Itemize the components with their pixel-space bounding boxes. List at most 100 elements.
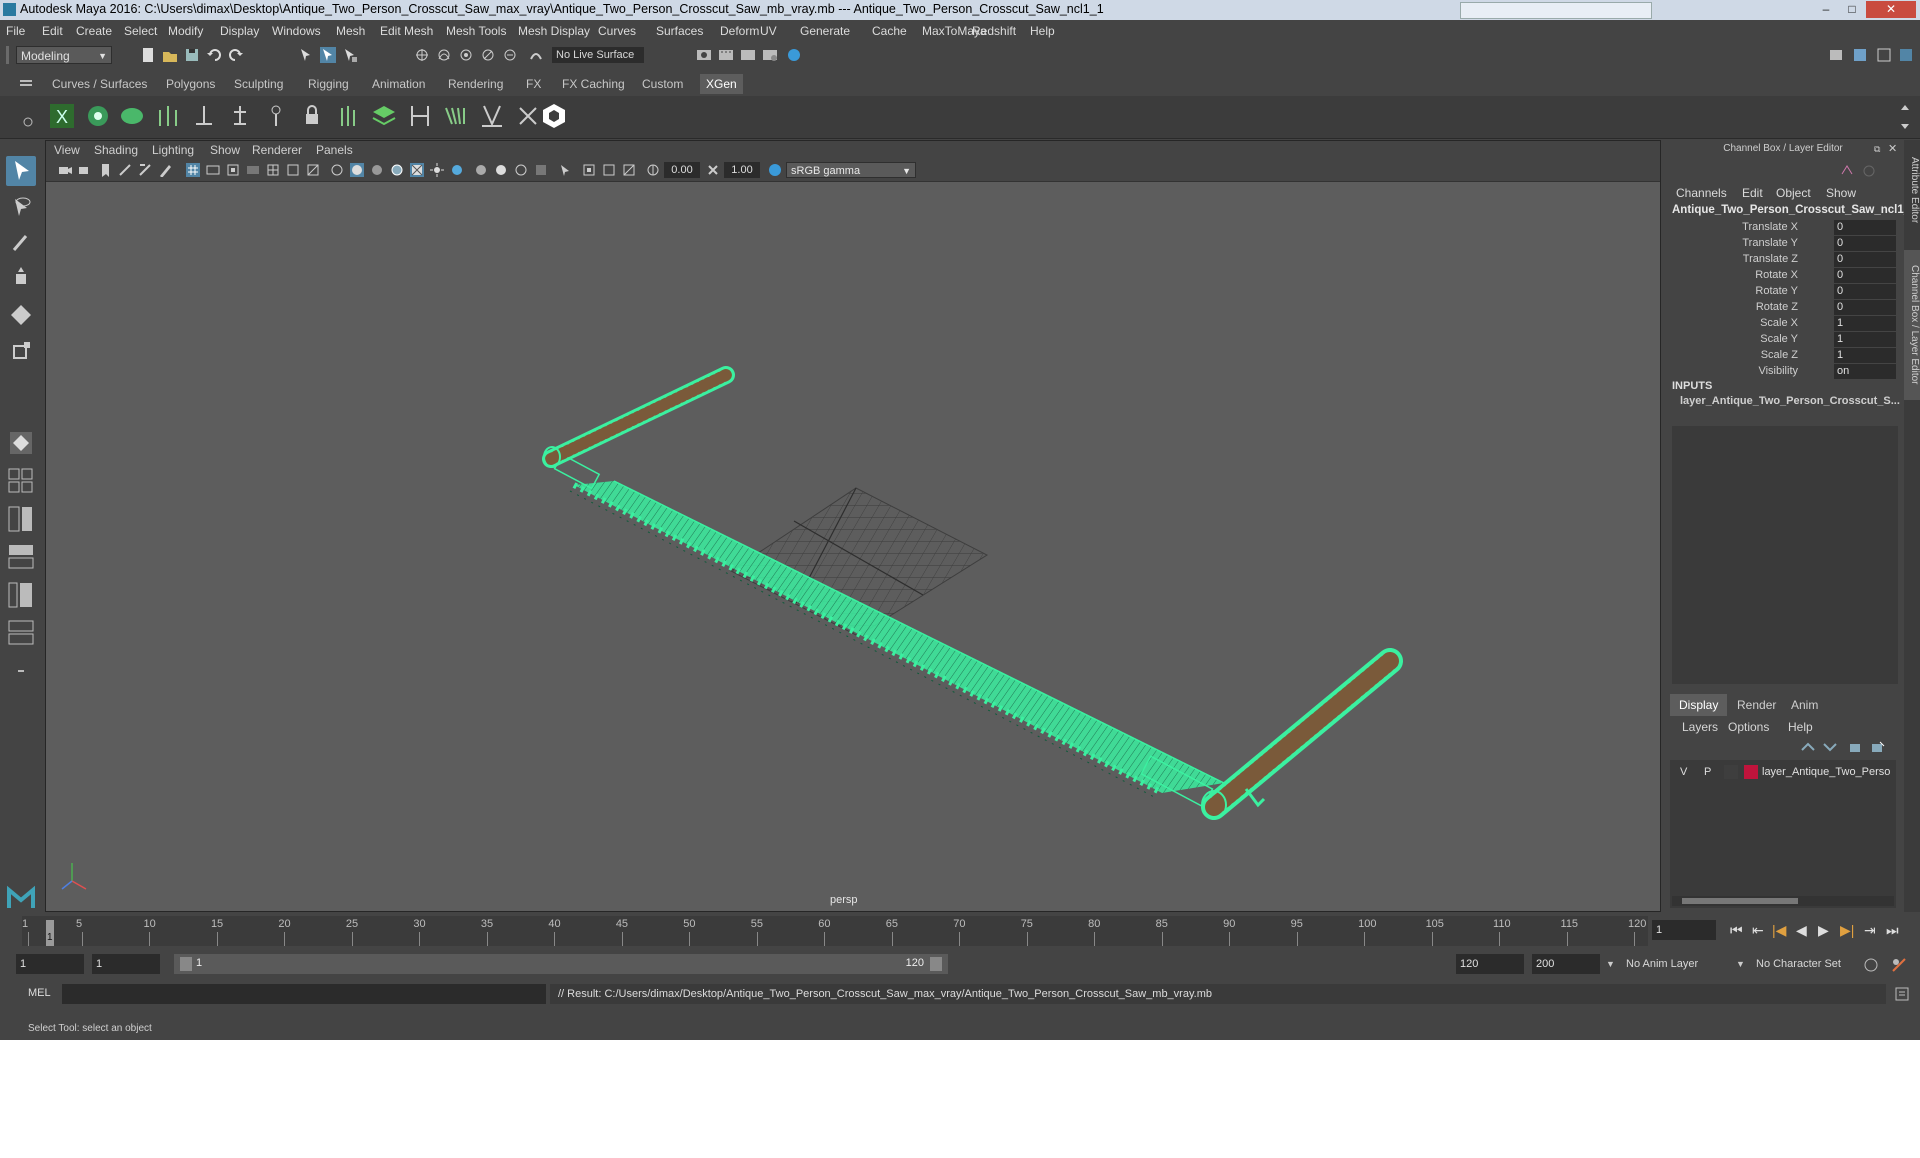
select-hierarchy-icon[interactable] — [298, 47, 314, 63]
attribute-row[interactable]: Scale Y 1 — [1664, 332, 1902, 348]
layer-menu-help[interactable]: Help — [1788, 720, 1813, 734]
panel-close-icon[interactable]: ✕ — [1888, 142, 1897, 155]
shelf-tab-animation[interactable]: Animation — [366, 74, 431, 94]
hypershade-icon[interactable] — [786, 47, 802, 63]
tab-channel-box-layer-editor[interactable]: Channel Box / Layer Editor — [1904, 250, 1920, 400]
attribute-name[interactable]: Scale Y — [1760, 333, 1798, 345]
shadows-icon[interactable] — [450, 163, 464, 177]
attribute-name[interactable]: Rotate Z — [1756, 301, 1798, 313]
menu-set-selector[interactable]: Modeling ▼ — [16, 46, 112, 64]
depth-of-field-icon[interactable] — [534, 163, 548, 177]
attribute-value[interactable]: 1 — [1834, 348, 1896, 363]
lights-icon[interactable] — [430, 163, 444, 177]
gate-mask-icon[interactable] — [246, 163, 260, 177]
layout-outliner-pane[interactable] — [6, 580, 36, 610]
layout-single-pane[interactable] — [6, 466, 36, 496]
layer-visibility-toggle[interactable]: V — [1680, 766, 1687, 778]
wireframe-icon[interactable] — [330, 163, 344, 177]
attribute-editor-toggle-icon[interactable] — [1852, 47, 1868, 63]
range-end-handle[interactable] — [930, 957, 942, 971]
command-input[interactable] — [62, 984, 546, 1004]
shelf-tab-xgen[interactable]: XGen — [700, 74, 743, 94]
playback-start-field[interactable]: 1 — [92, 954, 160, 974]
color-management-icon[interactable] — [768, 163, 782, 177]
panel-menu-show[interactable]: Show — [210, 143, 240, 157]
script-editor-icon[interactable] — [1894, 986, 1910, 1002]
menu-cache[interactable]: Cache — [872, 24, 907, 38]
menu-mesh-tools[interactable]: Mesh Tools — [446, 24, 506, 38]
current-frame-field[interactable]: 1 — [1652, 920, 1716, 940]
shelf-settings-icon[interactable] — [22, 116, 34, 128]
xgen-clump-icon[interactable] — [478, 102, 506, 130]
select-object-icon[interactable] — [320, 47, 336, 63]
paint-select-tool[interactable] — [6, 228, 36, 258]
xray-icon[interactable] — [582, 163, 596, 177]
camera-attributes-icon[interactable] — [78, 163, 92, 177]
step-forward-key-button[interactable]: ⇥ — [1864, 922, 1876, 939]
attribute-row[interactable]: Scale Z 1 — [1664, 348, 1902, 364]
shelf-tab-rendering[interactable]: Rendering — [442, 74, 509, 94]
screen-space-ao-icon[interactable] — [474, 163, 488, 177]
make-live-icon[interactable] — [528, 47, 544, 63]
xgen-editor-icon[interactable]: X — [48, 102, 76, 130]
layout-graph-pane[interactable] — [6, 618, 36, 648]
grease-pencil-icon[interactable] — [158, 163, 172, 177]
gamma-field[interactable]: 1.00 — [724, 162, 760, 178]
channel-menu-channels[interactable]: Channels — [1676, 186, 1727, 200]
isolate-select-icon[interactable] — [558, 163, 572, 177]
xgen-lock-guide-icon[interactable] — [298, 102, 326, 130]
xgen-delete-guide-icon[interactable] — [514, 102, 542, 130]
snap-point-icon[interactable] — [458, 47, 474, 63]
attribute-value[interactable]: 0 — [1834, 252, 1896, 267]
attribute-name[interactable]: Scale Z — [1761, 349, 1798, 361]
attribute-row[interactable]: Translate X 0 — [1664, 220, 1902, 236]
time-slider-bar[interactable]: 1 1 5 10 15 20 25 30 35 40 45 50 55 60 65 70 75 80 85 90 95… — [22, 916, 1648, 946]
exposure-icon[interactable] — [646, 163, 660, 177]
attribute-name[interactable]: Translate Z — [1743, 253, 1798, 265]
new-layer-icon[interactable] — [1848, 740, 1864, 754]
attribute-row[interactable]: Rotate Y 0 — [1664, 284, 1902, 300]
image-plane-icon[interactable] — [118, 163, 132, 177]
tool-settings-toggle-icon[interactable] — [1876, 47, 1892, 63]
layout-four-pane[interactable] — [6, 504, 36, 534]
snap-view-plane-icon[interactable] — [480, 47, 496, 63]
menu-windows[interactable]: Windows — [272, 24, 321, 38]
attribute-row[interactable]: Scale X 1 — [1664, 316, 1902, 332]
move-layer-down-icon[interactable] — [1822, 740, 1838, 754]
menu-edit-mesh[interactable]: Edit Mesh — [380, 24, 433, 38]
shelf-tab-polygons[interactable]: Polygons — [160, 74, 221, 94]
select-tool[interactable] — [6, 156, 36, 186]
current-time-marker[interactable]: 1 — [46, 920, 54, 946]
shelf-tab-curves-surfaces[interactable]: Curves / Surfaces — [46, 74, 153, 94]
attribute-name[interactable]: Translate X — [1742, 221, 1798, 233]
xgen-sphere-icon[interactable] — [118, 102, 146, 130]
layer-tab-render[interactable]: Render — [1728, 694, 1785, 716]
channel-menu-edit[interactable]: Edit — [1742, 186, 1763, 200]
menu-create[interactable]: Create — [76, 24, 112, 38]
xgen-description-icon[interactable] — [84, 102, 112, 130]
layer-tab-display[interactable]: Display — [1670, 694, 1728, 716]
panel-menu-renderer[interactable]: Renderer — [252, 143, 302, 157]
chevron-down-icon[interactable]: ▼ — [1736, 959, 1745, 969]
select-component-icon[interactable] — [342, 47, 358, 63]
range-bar[interactable]: 1 120 — [174, 954, 948, 974]
play-backwards-button[interactable]: ◀ — [1796, 922, 1807, 939]
range-start-handle[interactable] — [180, 957, 192, 971]
multisample-aa-icon[interactable] — [514, 163, 528, 177]
bookmark-icon[interactable] — [98, 163, 112, 177]
anim-layer-dropdown[interactable]: No Anim Layer — [1626, 954, 1698, 974]
snap-grid-icon[interactable] — [414, 47, 430, 63]
attribute-value[interactable]: 0 — [1834, 236, 1896, 251]
default-material-icon[interactable] — [370, 163, 384, 177]
shelf-tab-custom[interactable]: Custom — [636, 74, 689, 94]
go-to-start-button[interactable]: ⏮ — [1730, 922, 1743, 939]
attribute-name[interactable]: Rotate X — [1755, 269, 1798, 281]
render-settings-icon[interactable] — [762, 47, 778, 63]
minimize-button[interactable]: – — [1814, 1, 1838, 18]
channel-toggle-icon[interactable] — [1862, 164, 1876, 178]
menu-help[interactable]: Help — [1030, 24, 1055, 38]
exposure-field[interactable]: 0.00 — [664, 162, 700, 178]
new-layer-selected-icon[interactable] — [1870, 740, 1886, 754]
last-tool-used[interactable] — [6, 428, 36, 458]
gamma-icon[interactable] — [706, 163, 720, 177]
